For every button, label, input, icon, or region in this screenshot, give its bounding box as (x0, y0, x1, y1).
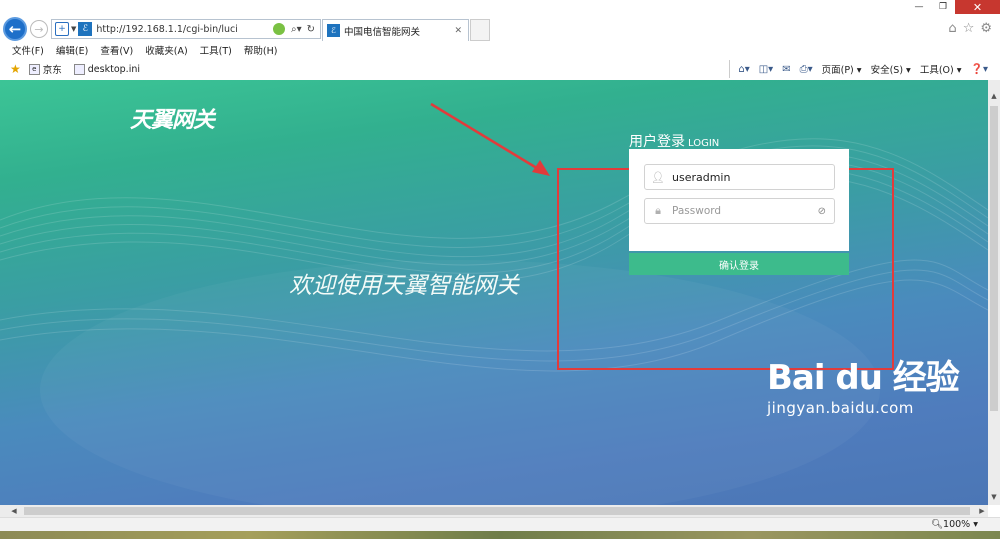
favorite-label: desktop.ini (87, 63, 140, 75)
brand-logo: 天翼网关 (130, 108, 215, 133)
page-menu[interactable]: 页面(P) ▾ (822, 62, 862, 76)
password-field[interactable]: 🔒︎ Password ⊘ (644, 198, 835, 224)
username-field[interactable]: 👤︎ useradmin (644, 164, 835, 190)
restore-icon[interactable]: ❐ (931, 0, 955, 14)
back-arrow-icon: ← (8, 20, 22, 38)
menu-view[interactable]: 查看(V) (100, 43, 133, 57)
favorite-label: 京东 (42, 65, 62, 76)
tools-menu-label: 工具(O) (919, 65, 954, 76)
eye-hidden-icon[interactable]: ⊘ (818, 206, 826, 217)
site-favicon-icon: ℰ (78, 22, 93, 36)
scroll-down-icon[interactable]: ▼ (988, 491, 1000, 503)
scroll-left-icon[interactable]: ◀ (8, 505, 20, 517)
login-form: 👤︎ useradmin 🔒︎ Password ⊘ (629, 149, 849, 251)
password-placeholder: Password (672, 205, 722, 217)
compat-view-icon[interactable] (272, 23, 285, 35)
horizontal-scroll-thumb[interactable] (24, 507, 970, 515)
login-title-en: LOGIN (688, 138, 720, 149)
compat-icon[interactable]: + (55, 22, 69, 36)
login-title: 用户登录 (629, 134, 685, 150)
taskbar-strip (0, 531, 1000, 539)
scroll-up-icon[interactable]: ▲ (988, 90, 1000, 102)
chevron-down-icon[interactable]: ▼ (71, 25, 76, 33)
login-submit-button[interactable]: 确认登录 (629, 253, 849, 275)
home-dropdown-icon[interactable]: ⌂▾ (738, 64, 749, 75)
address-bar[interactable]: + ▼ ℰ http://192.168.1.1/cgi-bin/luci ⌕▾… (51, 19, 321, 39)
status-bar: 🔍︎100% ▾ (0, 517, 1000, 531)
close-tab-icon[interactable]: ✕ (454, 26, 462, 36)
menu-bar: 文件(F) 编辑(E) 查看(V) 收藏夹(A) 工具(T) 帮助(H) (0, 41, 1000, 58)
menu-help[interactable]: 帮助(H) (244, 43, 278, 57)
watermark-brand: Bai du 经验 (767, 358, 960, 398)
zoom-icon: 🔍︎ (930, 519, 944, 530)
close-window-icon[interactable]: ✕ (955, 0, 1000, 14)
back-button[interactable]: ← (3, 17, 27, 41)
forward-arrow-icon: → (34, 22, 44, 36)
vertical-scroll-thumb[interactable] (990, 106, 998, 411)
print-dropdown-icon[interactable]: ⎙▾ (800, 64, 813, 75)
baidu-watermark: Bai du 经验 jingyan.baidu.com (767, 350, 960, 417)
tab-title: 中国电信智能网关 (344, 26, 421, 38)
tab-favicon-icon: ℰ (327, 24, 340, 37)
forward-button[interactable]: → (30, 20, 48, 38)
help-icon[interactable]: ❓▾ (971, 64, 988, 75)
favorite-desktop-ini[interactable]: desktop.ini (73, 63, 140, 75)
home-icon[interactable]: ⌂ (948, 21, 956, 36)
welcome-text: 欢迎使用天翼智能网关 (289, 273, 519, 299)
page-icon: e (28, 63, 40, 75)
vertical-scrollbar[interactable]: ▲ ▼ (988, 80, 1000, 505)
file-icon (73, 63, 85, 75)
menu-file[interactable]: 文件(F) (12, 43, 44, 57)
tools-menu[interactable]: 工具(O) ▾ (920, 62, 962, 76)
new-tab-button[interactable] (470, 19, 490, 41)
favorite-jd[interactable]: e 京东 (28, 62, 62, 76)
watermark-url: jingyan.baidu.com (767, 399, 914, 417)
mail-icon[interactable]: ✉ (782, 64, 790, 75)
rss-dropdown-icon[interactable]: ◫▾ (759, 64, 773, 75)
search-icon[interactable]: ⌕▾ (291, 24, 302, 35)
lock-icon: 🔒︎ (655, 204, 661, 217)
toolbar-right: ⌂ ☆ ⚙ (948, 21, 992, 36)
minimize-icon[interactable]: — (907, 0, 931, 14)
refresh-icon[interactable]: ↻ (307, 24, 315, 35)
zoom-control[interactable]: 🔍︎100% ▾ (931, 519, 978, 530)
gear-icon[interactable]: ⚙ (980, 21, 992, 36)
page-menu-label: 页面(P) (821, 65, 854, 76)
horizontal-scrollbar[interactable]: ◀ ▶ (0, 505, 988, 517)
url-text[interactable]: http://192.168.1.1/cgi-bin/luci (96, 24, 273, 35)
favorites-star-icon[interactable]: ★ (10, 62, 21, 76)
user-icon: 👤︎ (651, 170, 665, 184)
menu-favorites[interactable]: 收藏夹(A) (145, 43, 187, 57)
favorites-star-icon[interactable]: ☆ (963, 21, 975, 36)
window-controls: — ❐ ✕ (907, 0, 1000, 14)
scroll-right-icon[interactable]: ▶ (976, 505, 988, 517)
menu-tools[interactable]: 工具(T) (200, 43, 232, 57)
command-bar: ⌂▾ ◫▾ ✉ ⎙▾ 页面(P) ▾ 安全(S) ▾ 工具(O) ▾ ❓▾ (729, 60, 988, 78)
safety-menu-label: 安全(S) (870, 65, 904, 76)
tab-active[interactable]: ℰ 中国电信智能网关 ✕ (322, 19, 469, 41)
safety-menu[interactable]: 安全(S) ▾ (871, 62, 911, 76)
login-heading: 用户登录 LOGIN (629, 131, 719, 151)
page-viewport: 天翼网关 欢迎使用天翼智能网关 (0, 80, 988, 505)
menu-edit[interactable]: 编辑(E) (56, 43, 88, 57)
username-value: useradmin (672, 170, 731, 184)
zoom-level: 100% (943, 519, 971, 530)
